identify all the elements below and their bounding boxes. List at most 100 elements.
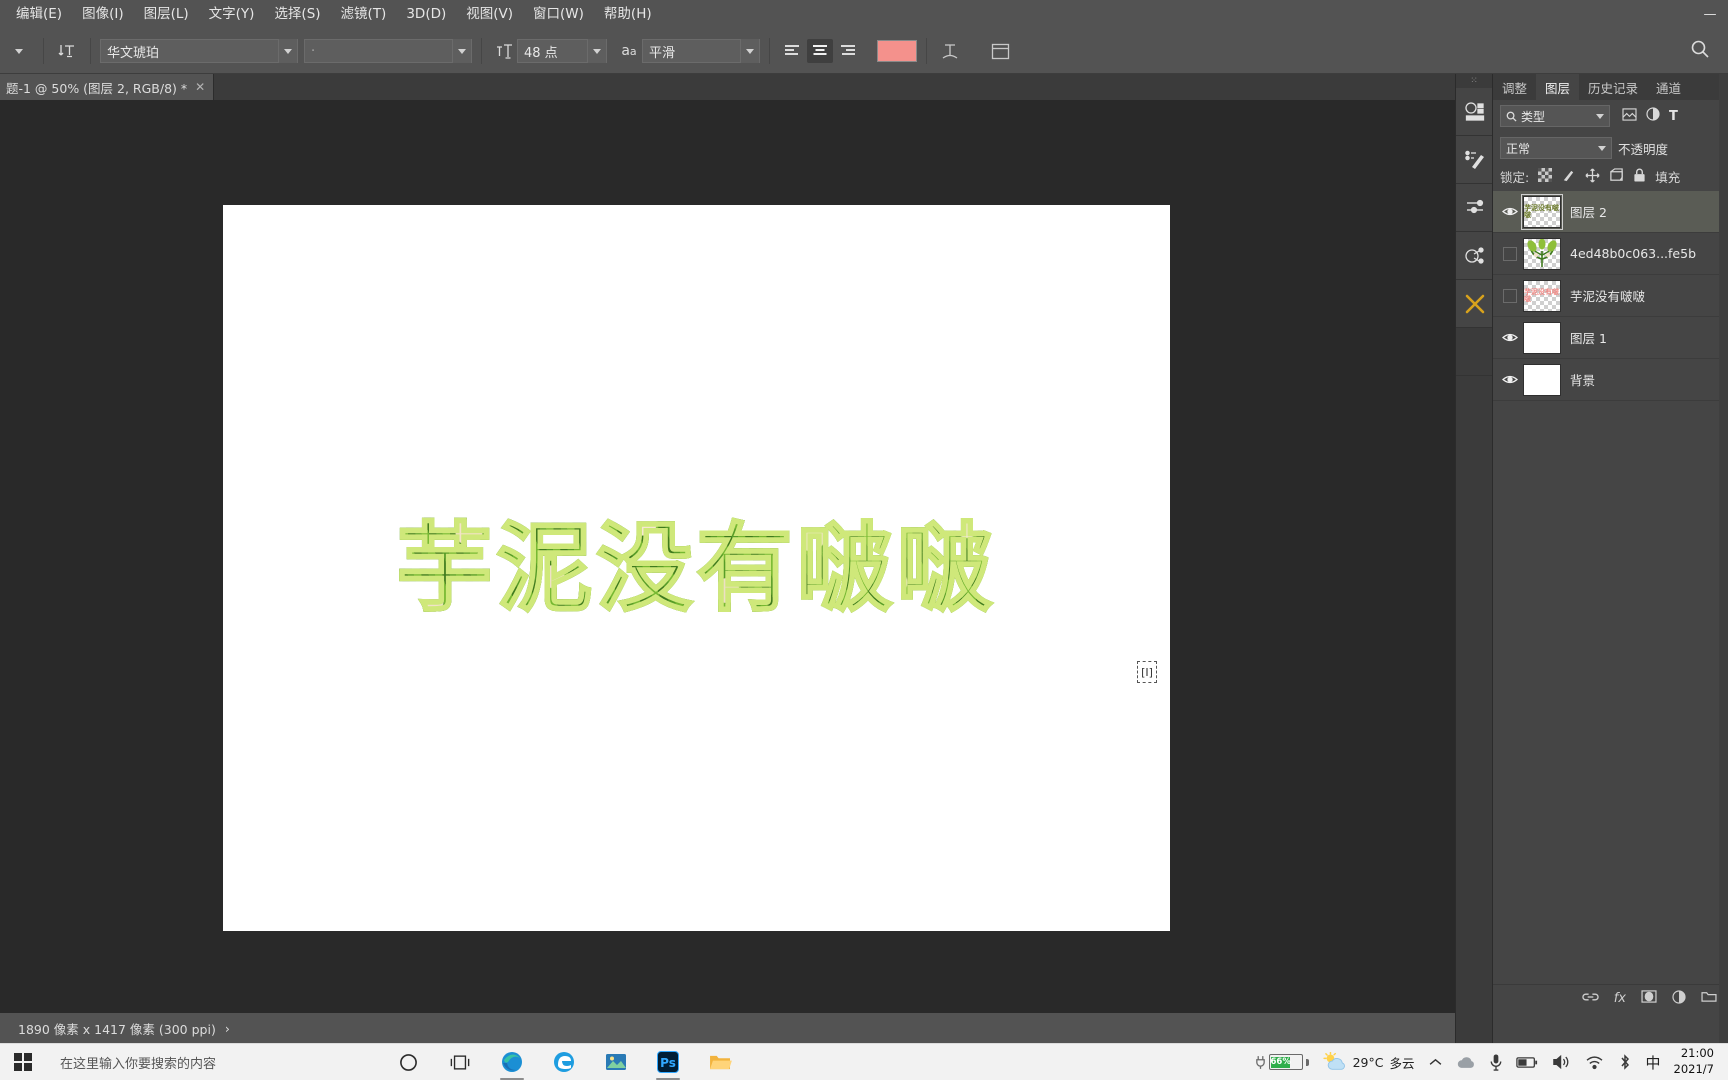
layers-scrollbar[interactable]: [1719, 74, 1728, 1043]
layer-thumbnail[interactable]: [1523, 237, 1561, 270]
photos-icon[interactable]: [590, 1044, 642, 1080]
wifi-icon[interactable]: [1578, 1044, 1611, 1080]
onedrive-icon[interactable]: [1449, 1044, 1483, 1080]
menu-select[interactable]: 选择(S): [264, 4, 330, 26]
chevron-down-icon[interactable]: [1598, 145, 1606, 151]
layer-thumbnail[interactable]: [1523, 321, 1561, 354]
layer-kind-filter[interactable]: 类型: [1500, 105, 1610, 127]
status-chevron-icon[interactable]: ›: [225, 1021, 230, 1036]
lock-transparent-icon[interactable]: [1538, 168, 1553, 185]
layer-name[interactable]: 4ed48b0c063...fe5b: [1570, 246, 1696, 261]
layer-visibility-toggle[interactable]: [1497, 359, 1523, 400]
windows-start-icon[interactable]: [0, 1044, 46, 1080]
layer-name[interactable]: 图层 1: [1570, 328, 1607, 347]
rail-3d-panel[interactable]: [1456, 88, 1493, 136]
clock[interactable]: 21:00 2021/7: [1668, 1046, 1724, 1077]
tab-adjustments[interactable]: 调整: [1493, 74, 1536, 100]
file-explorer-icon[interactable]: [694, 1044, 746, 1080]
tray-expand-chevron-icon[interactable]: [1422, 1044, 1449, 1080]
new-group-icon[interactable]: [1701, 990, 1717, 1007]
blend-mode-select[interactable]: 正常: [1500, 137, 1612, 159]
layer-row-0[interactable]: 芋泥没有啵啵 图层 2: [1493, 191, 1728, 233]
bluetooth-icon[interactable]: [1611, 1044, 1639, 1080]
rail-adjustments[interactable]: [1456, 184, 1493, 232]
tab-layers[interactable]: 图层: [1536, 74, 1580, 100]
layer-row-3[interactable]: 图层 1: [1493, 317, 1728, 359]
battery-status[interactable]: 66%: [1248, 1044, 1316, 1080]
weather-widget[interactable]: 29°C 多云: [1316, 1044, 1422, 1080]
layer-thumbnail[interactable]: [1523, 363, 1561, 396]
tab-history[interactable]: 历史记录: [1579, 74, 1647, 100]
layer-name[interactable]: 图层 2: [1570, 202, 1607, 221]
artboard[interactable]: 芋泥没有啵啵 [I]: [223, 205, 1170, 931]
menu-view[interactable]: 视图(V): [456, 4, 523, 26]
rail-brush-settings[interactable]: [1456, 136, 1493, 184]
volume-icon[interactable]: [1545, 1044, 1578, 1080]
chevron-down-icon[interactable]: [1596, 113, 1604, 119]
layer-mask-icon[interactable]: [1641, 990, 1657, 1007]
lock-image-icon[interactable]: [1561, 168, 1576, 186]
layer-visibility-toggle[interactable]: [1497, 275, 1523, 316]
artwork-text[interactable]: 芋泥没有啵啵: [395, 490, 997, 630]
adjustment-layer-icon[interactable]: [1672, 989, 1686, 1008]
close-icon[interactable]: ✕: [195, 80, 205, 94]
layer-thumbnail[interactable]: 芋泥没有啵啵: [1523, 279, 1561, 312]
type-filter-icon[interactable]: T: [1669, 109, 1678, 124]
align-left-icon[interactable]: [779, 39, 805, 63]
font-size-input[interactable]: 48 点: [517, 39, 607, 63]
layer-row-1[interactable]: 4ed48b0c063...fe5b: [1493, 233, 1728, 275]
font-style-select[interactable]: ·: [304, 39, 472, 63]
canvas-area[interactable]: 芋泥没有啵啵 [I]: [0, 100, 1455, 1013]
text-color-swatch[interactable]: [877, 40, 917, 62]
layer-name[interactable]: 背景: [1570, 370, 1595, 389]
layer-visibility-toggle[interactable]: [1497, 191, 1523, 232]
chevron-down-icon[interactable]: [278, 39, 297, 63]
menu-layer[interactable]: 图层(L): [134, 4, 199, 26]
align-center-icon[interactable]: [807, 39, 833, 63]
align-right-icon[interactable]: [835, 39, 861, 63]
photoshop-icon[interactable]: Ps: [642, 1044, 694, 1080]
cortana-icon[interactable]: [382, 1044, 434, 1080]
warp-text-icon[interactable]: [936, 41, 964, 61]
chevron-down-icon[interactable]: [452, 39, 471, 63]
menu-filter[interactable]: 滤镜(T): [331, 4, 397, 26]
taskbar-search-input[interactable]: 在这里输入你要搜索的内容: [46, 1044, 382, 1080]
toggle-panels-icon[interactable]: [986, 43, 1014, 60]
adjustment-filter-icon[interactable]: [1646, 107, 1660, 125]
lock-position-icon[interactable]: [1585, 167, 1600, 186]
layer-visibility-toggle[interactable]: [1497, 233, 1523, 274]
menu-type[interactable]: 文字(Y): [199, 4, 265, 26]
document-tab[interactable]: 题-1 @ 50% (图层 2, RGB/8) * ✕: [0, 74, 215, 100]
tool-preset-picker[interactable]: [4, 37, 34, 65]
menu-image[interactable]: 图像(I): [72, 4, 134, 26]
font-family-select[interactable]: 华文琥珀: [100, 39, 298, 63]
microphone-icon[interactable]: [1483, 1044, 1509, 1080]
menu-window[interactable]: 窗口(W): [523, 4, 594, 26]
rail-grip-icon[interactable]: ⁙: [1456, 74, 1492, 88]
minimize-button[interactable]: —: [1692, 0, 1728, 29]
rail-libraries[interactable]: [1456, 232, 1493, 280]
menu-3d[interactable]: 3D(D): [396, 4, 456, 26]
layer-row-2[interactable]: 芋泥没有啵啵 芋泥没有啵啵: [1493, 275, 1728, 317]
menu-edit[interactable]: 编辑(E): [6, 4, 72, 26]
anti-alias-select[interactable]: 平滑: [642, 39, 760, 63]
ime-indicator[interactable]: 中: [1639, 1044, 1668, 1080]
layer-name[interactable]: 芋泥没有啵啵: [1570, 286, 1645, 305]
task-view-icon[interactable]: [434, 1044, 486, 1080]
layer-row-4[interactable]: 背景: [1493, 359, 1728, 401]
tab-channels[interactable]: 通道: [1647, 74, 1690, 100]
chevron-down-icon[interactable]: [587, 39, 606, 63]
chevron-down-icon[interactable]: [740, 39, 759, 63]
edge-chromium-icon[interactable]: [486, 1044, 538, 1080]
fx-icon[interactable]: fx: [1614, 991, 1626, 1006]
link-layers-icon[interactable]: [1582, 991, 1599, 1007]
battery-tray-icon[interactable]: [1509, 1044, 1545, 1080]
text-orientation-icon[interactable]: [53, 41, 81, 61]
image-filter-icon[interactable]: [1622, 107, 1637, 125]
search-icon[interactable]: [1690, 39, 1710, 63]
layer-visibility-toggle[interactable]: [1497, 317, 1523, 358]
lock-artboard-icon[interactable]: [1609, 167, 1624, 186]
menu-help[interactable]: 帮助(H): [594, 4, 662, 26]
layer-thumbnail[interactable]: 芋泥没有啵啵: [1521, 193, 1563, 230]
rail-tools[interactable]: [1456, 280, 1493, 328]
